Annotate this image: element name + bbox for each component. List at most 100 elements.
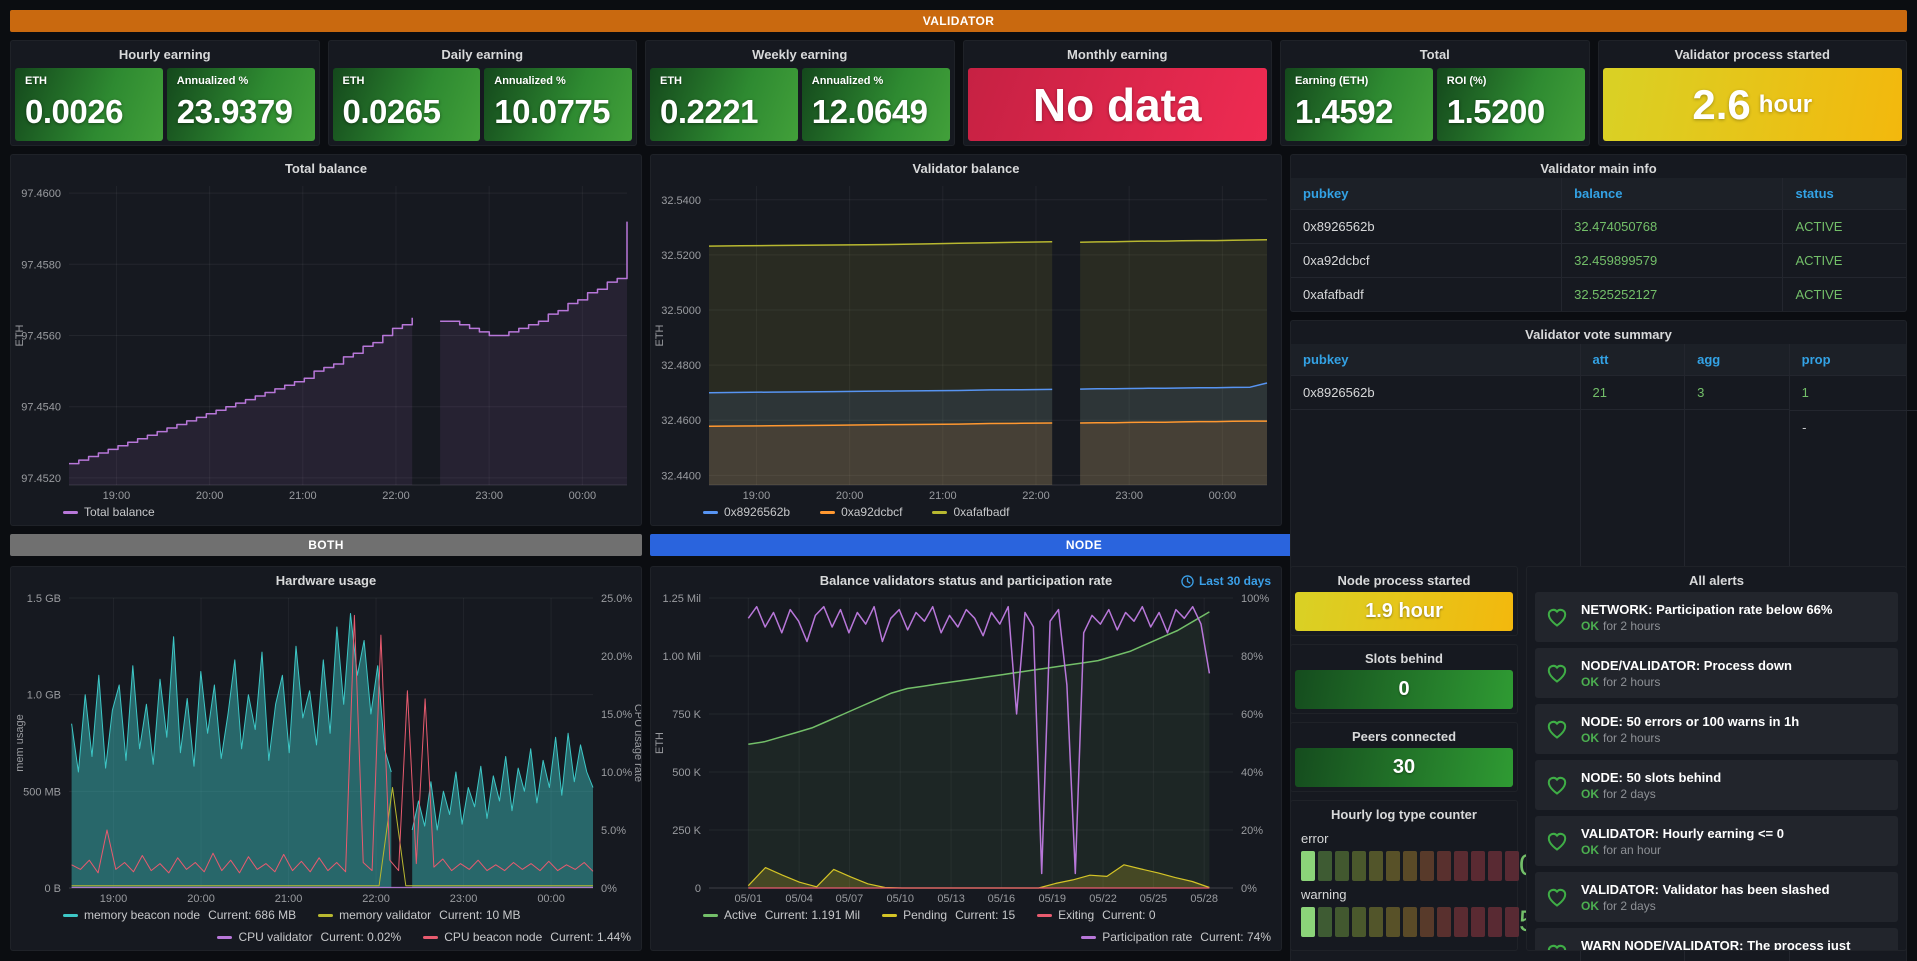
gauge-cell [1335,907,1349,937]
legend-item[interactable]: ExitingCurrent: 0 [1037,908,1155,922]
alert-item[interactable]: VALIDATOR: Validator has been slashed OK… [1535,872,1898,922]
panel-title[interactable]: Hardware usage [11,567,641,590]
column-header-pubkey[interactable]: pubkey [1291,344,1580,376]
gauge-cell [1386,851,1400,881]
panel-title[interactable]: Validator balance [651,155,1281,178]
panel-title[interactable]: Peers connected [1291,723,1517,746]
svg-text:32.5400: 32.5400 [661,195,701,207]
table-row: 0xa92dcbcf32.459899579ACTIVE [1291,244,1906,278]
alert-item[interactable]: WARN NODE/VALIDATOR: The process just [1535,928,1898,950]
panel-title[interactable]: Weekly earning [646,41,954,64]
legend-item[interactable]: 0x8926562b [703,505,798,519]
series-swatch [217,936,232,939]
legend-item[interactable]: memory validatorCurrent: 10 MB [318,908,520,922]
svg-text:23:00: 23:00 [1115,490,1143,502]
series-swatch [1037,914,1052,917]
legend-item[interactable]: memory beacon nodeCurrent: 686 MB [63,908,296,922]
panel-title[interactable]: Total [1281,41,1589,64]
stat-row: Hourly earning ETH0.0026Annualized %23.9… [10,40,1907,146]
alert-item[interactable]: NODE/VALIDATOR: Process down OKfor 2 hou… [1535,648,1898,698]
gauge-cells [1301,907,1519,937]
svg-text:0 B: 0 B [44,883,61,895]
svg-text:ETH: ETH [14,324,26,346]
svg-text:20:00: 20:00 [187,893,215,905]
svg-text:25.0%: 25.0% [601,593,632,605]
gauge-cell [1437,851,1451,881]
svg-text:1.00 Mil: 1.00 Mil [662,651,701,663]
gauge-cell [1301,851,1315,881]
legend-item[interactable]: ActiveCurrent: 1.191 Mil [703,908,860,922]
svg-text:19:00: 19:00 [103,490,131,502]
svg-text:97.4520: 97.4520 [21,473,61,485]
section-header-both[interactable]: BOTH [10,534,642,556]
svg-text:mem usage: mem usage [14,714,26,771]
legend-item[interactable]: Participation rateCurrent: 74% [1081,930,1271,944]
svg-text:19:00: 19:00 [100,893,128,905]
stat-cells: No data [964,64,1272,145]
panel-title[interactable]: Validator main info [1291,155,1906,178]
panel-title[interactable]: Daily earning [329,41,637,64]
panel-title[interactable]: Slots behind [1291,645,1517,668]
panel-title[interactable]: Total balance [11,155,641,178]
time-range-link[interactable]: Last 30 days [1181,574,1271,588]
legend-item[interactable]: CPU beacon nodeCurrent: 1.44% [423,930,631,944]
chart-legend: CPU validatorCurrent: 0.02% CPU beacon no… [11,928,641,950]
peers-connected-value: 30 [1295,748,1513,787]
legend-item[interactable]: 0xafafbadf [932,505,1017,519]
column-header-balance[interactable]: balance [1562,178,1783,210]
panel-hourly-earning: Hourly earning ETH0.0026Annualized %23.9… [10,40,320,146]
svg-text:05/04: 05/04 [785,893,813,905]
gauge-cell [1352,907,1366,937]
panel-title[interactable]: Hourly log type counter [1291,801,1517,824]
panel-title[interactable]: Validator vote summary [1291,321,1906,344]
panel-validator-process-started: Validator process started 2.6hour [1598,40,1908,146]
series-swatch [820,511,835,514]
heart-ok-icon [1545,829,1569,853]
column-header-pubkey[interactable]: pubkey [1291,178,1562,210]
svg-text:0: 0 [695,883,701,895]
heart-ok-icon [1545,717,1569,741]
alert-item[interactable]: NODE: 50 slots behind OKfor 2 days [1535,760,1898,810]
svg-text:CPU usage rate: CPU usage rate [632,704,641,782]
panel-title[interactable]: Node process started [1291,567,1517,590]
column-header-status[interactable]: status [1783,178,1906,210]
svg-text:23:00: 23:00 [475,490,503,502]
error-gauge: error 0 [1301,831,1507,883]
column-header-agg[interactable]: agg [1685,344,1790,376]
series-swatch [932,511,947,514]
legend-item[interactable]: CPU validatorCurrent: 0.02% [217,930,401,944]
svg-text:05/13: 05/13 [937,893,965,905]
svg-text:32.4800: 32.4800 [661,360,701,372]
alert-item[interactable]: NODE: 50 errors or 100 warns in 1h OKfor… [1535,704,1898,754]
section-header-validator[interactable]: VALIDATOR [10,10,1907,32]
alert-item[interactable]: NETWORK: Participation rate below 66% OK… [1535,592,1898,642]
legend-item[interactable]: Total balance [63,505,163,519]
panel-validator-balance: Validator balance 32.540032.520032.50003… [650,154,1282,526]
grafana-dashboard: VALIDATOR Hourly earning ETH0.0026Annual… [0,0,1917,961]
gauge-cell [1403,907,1417,937]
series-swatch [703,511,718,514]
svg-text:05/10: 05/10 [886,893,914,905]
legend-item[interactable]: PendingCurrent: 15 [882,908,1015,922]
column-header-att[interactable]: att [1580,344,1685,376]
panel-title-row: Balance validators status and participat… [651,567,1281,590]
column-header-prop[interactable]: prop [1789,344,1906,376]
svg-text:32.4600: 32.4600 [661,415,701,427]
panel-title[interactable]: Validator process started [1599,41,1907,64]
gauge-cell [1301,907,1315,937]
gauge-cell [1471,851,1485,881]
panel-title[interactable]: All alerts [1527,567,1906,590]
warning-gauge: warning 5 [1301,887,1507,939]
panel-title[interactable]: Hourly earning [11,41,319,64]
panel-validator-main-info: Validator main info pubkey balance statu… [1290,154,1907,312]
svg-text:250 K: 250 K [672,825,701,837]
svg-text:15.0%: 15.0% [601,709,632,721]
alert-item[interactable]: VALIDATOR: Hourly earning <= 0 OKfor an … [1535,816,1898,866]
legend-item[interactable]: 0xa92dcbcf [820,505,910,519]
table-row: 0x8926562b32.474050768ACTIVE [1291,210,1906,244]
node-process-value: 1.9 hour [1295,592,1513,631]
stat-cells: Earning (ETH)1.4592ROI (%)1.5200 [1281,64,1589,145]
panel-title[interactable]: Monthly earning [964,41,1272,64]
gauge-cell [1369,851,1383,881]
table-row: 0x8926562b2131 [1291,376,1906,410]
